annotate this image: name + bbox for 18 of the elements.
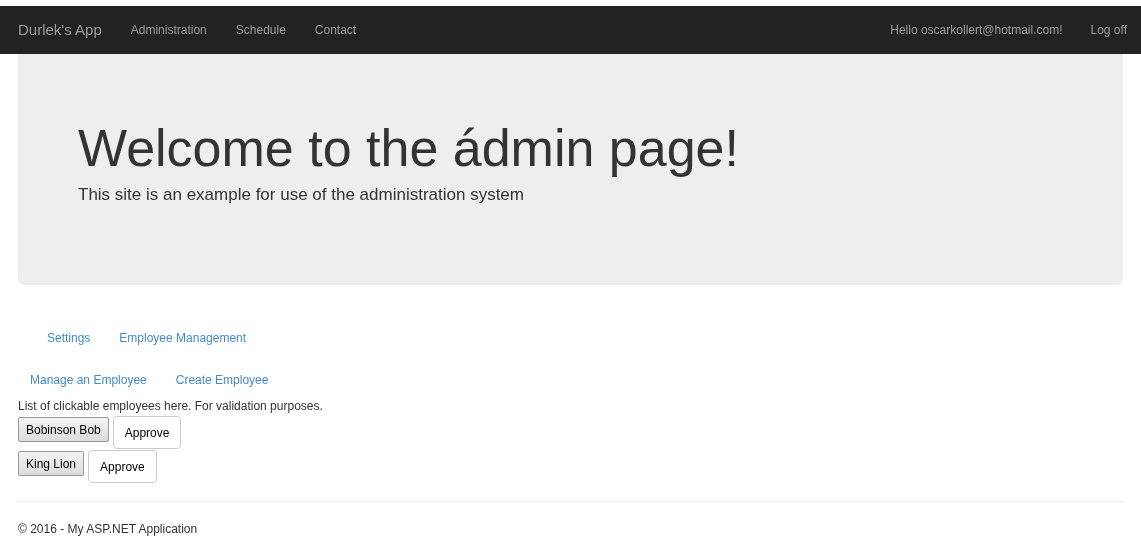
tab[interactable]: Settings	[47, 329, 91, 347]
brand-link[interactable]: Durlek's App	[18, 18, 102, 42]
greeting-link[interactable]: Hello oscarkollert@hotmail.com!	[890, 21, 1063, 39]
employee-button[interactable]: King Lion	[18, 451, 85, 476]
page-title: Welcome to the ádmin page!	[78, 118, 740, 179]
nav-link[interactable]: Administration	[130, 21, 207, 39]
lead-text: This site is an example for use of the administration system	[78, 184, 525, 206]
tab[interactable]: Employee Management	[119, 329, 247, 347]
approve-button[interactable]: Approve	[112, 416, 182, 449]
logoff-link[interactable]: Log off	[1090, 21, 1127, 39]
nav-link[interactable]: Schedule	[235, 21, 286, 39]
note-text: List of clickable employees here. For validation purposes.	[18, 398, 324, 415]
nav-link[interactable]: Contact	[314, 21, 357, 39]
footer-text: © 2016 - My ASP.NET Application	[18, 521, 199, 538]
employee-button[interactable]: Bobinson Bob	[18, 417, 109, 442]
tab[interactable]: Create Employee	[175, 371, 269, 389]
approve-button[interactable]: Approve	[88, 450, 157, 483]
tab[interactable]: Manage an Employee	[30, 371, 147, 389]
